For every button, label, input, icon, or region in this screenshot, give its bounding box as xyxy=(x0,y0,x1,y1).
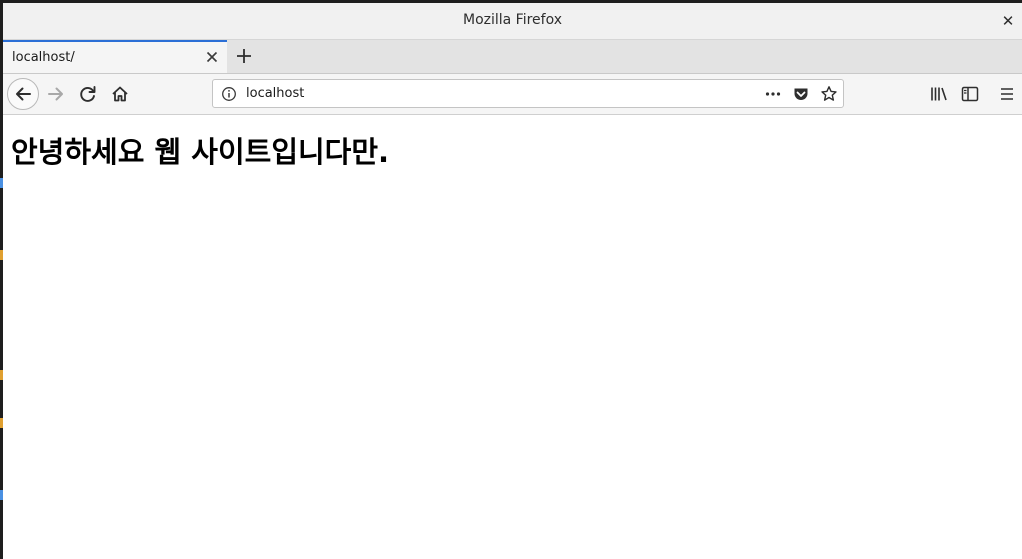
new-tab-plus-icon[interactable] xyxy=(234,46,254,66)
sidebar-icon[interactable] xyxy=(955,79,985,109)
url-input[interactable] xyxy=(246,86,746,101)
navigation-toolbar xyxy=(3,74,1022,115)
browser-window: Mozilla Firefox ✕ localhost/ localhost 안… xyxy=(3,3,1022,559)
pocket-icon[interactable] xyxy=(792,85,810,103)
star-icon[interactable] xyxy=(820,85,838,103)
url-bar[interactable] xyxy=(212,79,844,108)
forward-arrow-icon[interactable] xyxy=(41,79,71,109)
more-horizontal-icon[interactable] xyxy=(764,85,782,103)
reload-icon[interactable] xyxy=(73,79,103,109)
site-info-icon[interactable] xyxy=(221,86,237,102)
tab-strip: localhost/ xyxy=(3,40,1022,74)
back-arrow-icon[interactable] xyxy=(7,78,39,110)
tab-localhost[interactable]: localhost/ xyxy=(3,40,227,73)
tab-label: localhost/ xyxy=(12,50,75,65)
hamburger-menu-icon[interactable] xyxy=(994,79,1020,109)
tab-close-icon[interactable] xyxy=(203,48,221,66)
home-icon[interactable] xyxy=(105,79,135,109)
library-icon[interactable] xyxy=(924,79,954,109)
title-bar: Mozilla Firefox ✕ xyxy=(3,3,1022,40)
page-content: 안녕하세요 웹 사이트입니다만. xyxy=(3,115,1022,559)
window-close-button[interactable]: ✕ xyxy=(998,11,1018,31)
page-heading: 안녕하세요 웹 사이트입니다만. xyxy=(11,135,390,169)
window-title: Mozilla Firefox xyxy=(462,12,563,28)
